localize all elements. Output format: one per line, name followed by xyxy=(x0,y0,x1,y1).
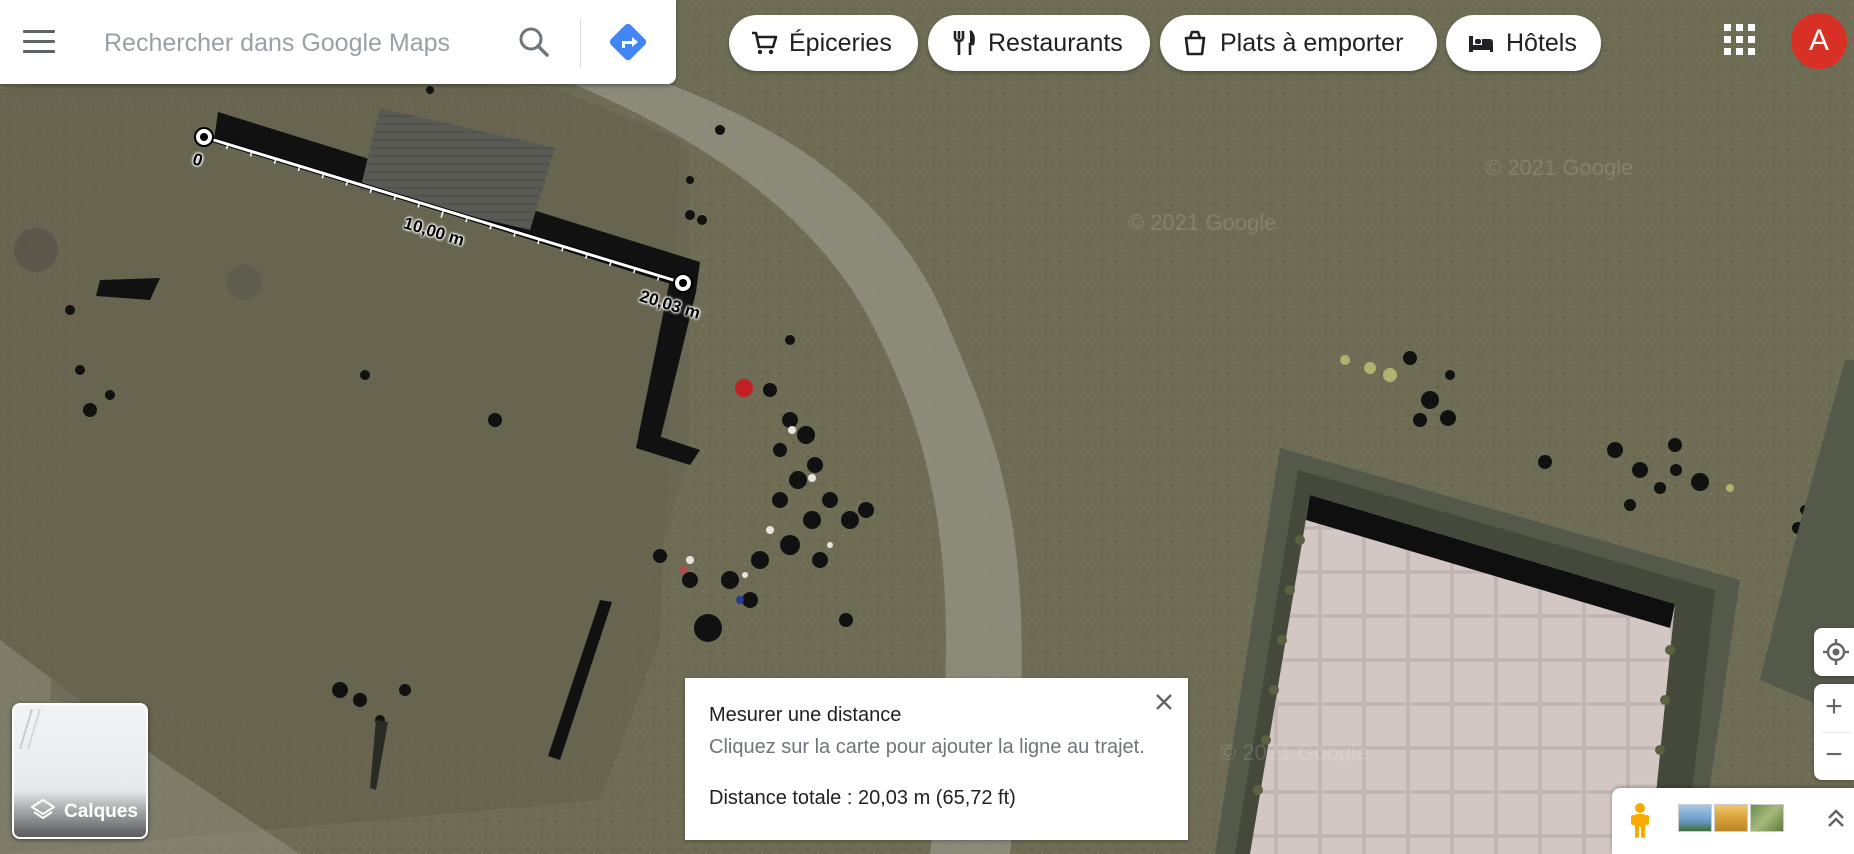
my-location-button[interactable] xyxy=(1814,628,1854,676)
search-divider xyxy=(580,18,581,68)
measure-total-distance: Distance totale : 20,03 m (65,72 ft) xyxy=(709,787,1016,809)
pegman-icon[interactable] xyxy=(1626,802,1654,840)
directions-button[interactable] xyxy=(604,20,654,66)
takeout-bag-icon xyxy=(1184,30,1206,56)
measure-distance-card: Mesurer une distance Cliquez sur la cart… xyxy=(685,678,1188,840)
layers-button[interactable]: Calques xyxy=(12,703,148,839)
chip-hotels[interactable]: Hôtels xyxy=(1446,15,1601,71)
layers-label: Calques xyxy=(64,801,138,822)
hamburger-icon xyxy=(23,30,55,33)
bed-icon xyxy=(1469,36,1493,52)
search-box xyxy=(0,0,676,84)
map-watermark: © 2021 Google xyxy=(1128,210,1277,235)
map-watermark: © 2021 Google xyxy=(1220,740,1369,765)
hamburger-icon xyxy=(23,40,55,43)
chip-takeout[interactable]: Plats à emporter xyxy=(1160,15,1437,71)
bottom-toolbar xyxy=(1612,788,1854,854)
close-button[interactable] xyxy=(1152,690,1176,714)
imagery-thumbnail-2[interactable] xyxy=(1714,804,1748,832)
chip-label: Plats à emporter xyxy=(1220,28,1404,57)
menu-button[interactable] xyxy=(14,20,64,64)
search-icon xyxy=(519,27,549,57)
map-watermark: © 2021 Google xyxy=(1485,155,1634,180)
measure-title: Mesurer une distance xyxy=(709,704,902,726)
chip-grocery[interactable]: Épiceries xyxy=(729,15,918,71)
chip-label: Restaurants xyxy=(988,28,1123,57)
hamburger-icon xyxy=(23,50,55,53)
fork-knife-icon xyxy=(953,29,975,55)
shopping-cart-icon xyxy=(752,31,778,55)
chip-restaurants[interactable]: Restaurants xyxy=(928,15,1150,71)
imagery-thumbnail-1[interactable] xyxy=(1678,804,1712,832)
search-input[interactable] xyxy=(102,22,506,64)
directions-icon xyxy=(609,23,647,61)
search-button[interactable] xyxy=(512,20,556,64)
double-chevron-up-icon[interactable] xyxy=(1824,804,1848,834)
crosshair-icon xyxy=(1823,639,1849,665)
zoom-controls: + − xyxy=(1814,684,1854,780)
chip-label: Hôtels xyxy=(1506,28,1577,57)
apps-button[interactable] xyxy=(1722,22,1758,58)
measure-hint: Cliquez sur la carte pour ajouter la lig… xyxy=(709,736,1145,758)
zoom-out-button[interactable]: − xyxy=(1814,733,1854,780)
zoom-in-button[interactable]: + xyxy=(1814,684,1854,732)
chip-label: Épiceries xyxy=(789,28,892,57)
close-icon xyxy=(1156,694,1172,710)
imagery-thumbnail-3[interactable] xyxy=(1750,804,1784,832)
account-avatar[interactable]: A xyxy=(1791,13,1847,69)
layers-icon xyxy=(31,799,55,819)
